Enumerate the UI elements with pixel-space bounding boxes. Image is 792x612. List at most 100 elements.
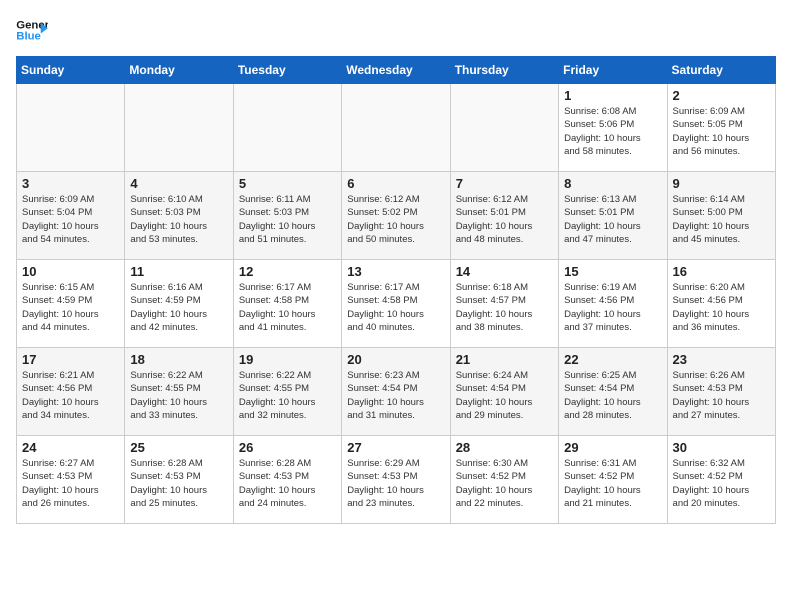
day-cell: 18 Sunrise: 6:22 AM Sunset: 4:55 PM Dayli… bbox=[125, 348, 233, 436]
day-cell: 20Sunrise: 6:23 AM Sunset: 4:54 PM Dayli… bbox=[342, 348, 450, 436]
day-number: 2 bbox=[673, 88, 770, 103]
week-row: 17 Sunrise: 6:21 AM Sunset: 4:56 PM Dayli… bbox=[17, 348, 776, 436]
day-cell: 11 Sunrise: 6:16 AM Sunset: 4:59 PM Dayli… bbox=[125, 260, 233, 348]
week-row: 10 Sunrise: 6:15 AM Sunset: 4:59 PM Dayli… bbox=[17, 260, 776, 348]
week-row: 24 Sunrise: 6:27 AM Sunset: 4:53 PM Dayli… bbox=[17, 436, 776, 524]
logo-icon: General Blue bbox=[16, 16, 48, 44]
day-number: 15 bbox=[564, 264, 661, 279]
calendar-table: SundayMondayTuesdayWednesdayThursdayFrid… bbox=[16, 56, 776, 524]
day-cell: 21 Sunrise: 6:24 AM Sunset: 4:54 PM Dayli… bbox=[450, 348, 558, 436]
day-cell bbox=[125, 84, 233, 172]
day-number: 13 bbox=[347, 264, 444, 279]
day-cell bbox=[450, 84, 558, 172]
day-cell: 12 Sunrise: 6:17 AM Sunset: 4:58 PM Dayli… bbox=[233, 260, 341, 348]
day-info: Sunrise: 6:27 AM Sunset: 4:53 PM Dayligh… bbox=[22, 457, 119, 510]
day-number: 26 bbox=[239, 440, 336, 455]
day-number: 1 bbox=[564, 88, 661, 103]
day-number: 28 bbox=[456, 440, 553, 455]
day-number: 18 bbox=[130, 352, 227, 367]
day-number: 22 bbox=[564, 352, 661, 367]
day-cell: 19 Sunrise: 6:22 AM Sunset: 4:55 PM Dayli… bbox=[233, 348, 341, 436]
day-cell: 10 Sunrise: 6:15 AM Sunset: 4:59 PM Dayli… bbox=[17, 260, 125, 348]
day-info: Sunrise: 6:22 AM Sunset: 4:55 PM Dayligh… bbox=[239, 369, 336, 422]
day-cell: 8 Sunrise: 6:13 AM Sunset: 5:01 PM Daylig… bbox=[559, 172, 667, 260]
day-cell: 15 Sunrise: 6:19 AM Sunset: 4:56 PM Dayli… bbox=[559, 260, 667, 348]
day-number: 17 bbox=[22, 352, 119, 367]
day-number: 20 bbox=[347, 352, 444, 367]
day-cell: 3 Sunrise: 6:09 AM Sunset: 5:04 PM Daylig… bbox=[17, 172, 125, 260]
day-cell bbox=[342, 84, 450, 172]
svg-text:Blue: Blue bbox=[16, 31, 41, 43]
day-cell: 13 Sunrise: 6:17 AM Sunset: 4:58 PM Dayli… bbox=[342, 260, 450, 348]
day-info: Sunrise: 6:14 AM Sunset: 5:00 PM Dayligh… bbox=[673, 193, 770, 246]
day-info: Sunrise: 6:24 AM Sunset: 4:54 PM Dayligh… bbox=[456, 369, 553, 422]
day-info: Sunrise: 6:32 AM Sunset: 4:52 PM Dayligh… bbox=[673, 457, 770, 510]
day-cell: 1 Sunrise: 6:08 AM Sunset: 5:06 PM Daylig… bbox=[559, 84, 667, 172]
day-info: Sunrise: 6:28 AM Sunset: 4:53 PM Dayligh… bbox=[130, 457, 227, 510]
day-number: 12 bbox=[239, 264, 336, 279]
day-number: 3 bbox=[22, 176, 119, 191]
day-number: 19 bbox=[239, 352, 336, 367]
col-header-sunday: Sunday bbox=[17, 57, 125, 84]
day-info: Sunrise: 6:09 AM Sunset: 5:05 PM Dayligh… bbox=[673, 105, 770, 158]
day-info: Sunrise: 6:21 AM Sunset: 4:56 PM Dayligh… bbox=[22, 369, 119, 422]
day-info: Sunrise: 6:10 AM Sunset: 5:03 PM Dayligh… bbox=[130, 193, 227, 246]
day-cell: 6 Sunrise: 6:12 AM Sunset: 5:02 PM Daylig… bbox=[342, 172, 450, 260]
day-info: Sunrise: 6:09 AM Sunset: 5:04 PM Dayligh… bbox=[22, 193, 119, 246]
logo: General Blue bbox=[16, 16, 48, 44]
col-header-thursday: Thursday bbox=[450, 57, 558, 84]
day-info: Sunrise: 6:13 AM Sunset: 5:01 PM Dayligh… bbox=[564, 193, 661, 246]
day-number: 9 bbox=[673, 176, 770, 191]
day-number: 23 bbox=[673, 352, 770, 367]
page-header: General Blue bbox=[16, 16, 776, 44]
day-number: 11 bbox=[130, 264, 227, 279]
day-info: Sunrise: 6:26 AM Sunset: 4:53 PM Dayligh… bbox=[673, 369, 770, 422]
header-row: SundayMondayTuesdayWednesdayThursdayFrid… bbox=[17, 57, 776, 84]
day-info: Sunrise: 6:22 AM Sunset: 4:55 PM Dayligh… bbox=[130, 369, 227, 422]
day-number: 6 bbox=[347, 176, 444, 191]
day-info: Sunrise: 6:16 AM Sunset: 4:59 PM Dayligh… bbox=[130, 281, 227, 334]
day-cell: 5Sunrise: 6:11 AM Sunset: 5:03 PM Daylig… bbox=[233, 172, 341, 260]
day-cell: 16 Sunrise: 6:20 AM Sunset: 4:56 PM Dayli… bbox=[667, 260, 775, 348]
day-number: 16 bbox=[673, 264, 770, 279]
day-number: 25 bbox=[130, 440, 227, 455]
day-cell: 28 Sunrise: 6:30 AM Sunset: 4:52 PM Dayli… bbox=[450, 436, 558, 524]
day-number: 29 bbox=[564, 440, 661, 455]
day-number: 27 bbox=[347, 440, 444, 455]
day-cell: 4Sunrise: 6:10 AM Sunset: 5:03 PM Daylig… bbox=[125, 172, 233, 260]
week-row: 3 Sunrise: 6:09 AM Sunset: 5:04 PM Daylig… bbox=[17, 172, 776, 260]
day-info: Sunrise: 6:15 AM Sunset: 4:59 PM Dayligh… bbox=[22, 281, 119, 334]
day-info: Sunrise: 6:20 AM Sunset: 4:56 PM Dayligh… bbox=[673, 281, 770, 334]
day-info: Sunrise: 6:30 AM Sunset: 4:52 PM Dayligh… bbox=[456, 457, 553, 510]
day-info: Sunrise: 6:25 AM Sunset: 4:54 PM Dayligh… bbox=[564, 369, 661, 422]
day-info: Sunrise: 6:08 AM Sunset: 5:06 PM Dayligh… bbox=[564, 105, 661, 158]
day-cell: 7Sunrise: 6:12 AM Sunset: 5:01 PM Daylig… bbox=[450, 172, 558, 260]
day-info: Sunrise: 6:31 AM Sunset: 4:52 PM Dayligh… bbox=[564, 457, 661, 510]
col-header-friday: Friday bbox=[559, 57, 667, 84]
day-cell: 23 Sunrise: 6:26 AM Sunset: 4:53 PM Dayli… bbox=[667, 348, 775, 436]
day-info: Sunrise: 6:29 AM Sunset: 4:53 PM Dayligh… bbox=[347, 457, 444, 510]
day-number: 21 bbox=[456, 352, 553, 367]
day-number: 7 bbox=[456, 176, 553, 191]
day-number: 10 bbox=[22, 264, 119, 279]
day-info: Sunrise: 6:12 AM Sunset: 5:02 PM Dayligh… bbox=[347, 193, 444, 246]
day-number: 14 bbox=[456, 264, 553, 279]
day-cell: 14 Sunrise: 6:18 AM Sunset: 4:57 PM Dayli… bbox=[450, 260, 558, 348]
day-info: Sunrise: 6:28 AM Sunset: 4:53 PM Dayligh… bbox=[239, 457, 336, 510]
col-header-wednesday: Wednesday bbox=[342, 57, 450, 84]
day-number: 30 bbox=[673, 440, 770, 455]
day-info: Sunrise: 6:17 AM Sunset: 4:58 PM Dayligh… bbox=[239, 281, 336, 334]
day-cell: 25 Sunrise: 6:28 AM Sunset: 4:53 PM Dayli… bbox=[125, 436, 233, 524]
day-info: Sunrise: 6:17 AM Sunset: 4:58 PM Dayligh… bbox=[347, 281, 444, 334]
day-cell: 9 Sunrise: 6:14 AM Sunset: 5:00 PM Daylig… bbox=[667, 172, 775, 260]
day-number: 24 bbox=[22, 440, 119, 455]
day-cell: 29 Sunrise: 6:31 AM Sunset: 4:52 PM Dayli… bbox=[559, 436, 667, 524]
day-cell: 24 Sunrise: 6:27 AM Sunset: 4:53 PM Dayli… bbox=[17, 436, 125, 524]
day-cell: 17 Sunrise: 6:21 AM Sunset: 4:56 PM Dayli… bbox=[17, 348, 125, 436]
day-info: Sunrise: 6:18 AM Sunset: 4:57 PM Dayligh… bbox=[456, 281, 553, 334]
day-number: 8 bbox=[564, 176, 661, 191]
col-header-tuesday: Tuesday bbox=[233, 57, 341, 84]
col-header-monday: Monday bbox=[125, 57, 233, 84]
day-info: Sunrise: 6:19 AM Sunset: 4:56 PM Dayligh… bbox=[564, 281, 661, 334]
day-cell: 2 Sunrise: 6:09 AM Sunset: 5:05 PM Daylig… bbox=[667, 84, 775, 172]
